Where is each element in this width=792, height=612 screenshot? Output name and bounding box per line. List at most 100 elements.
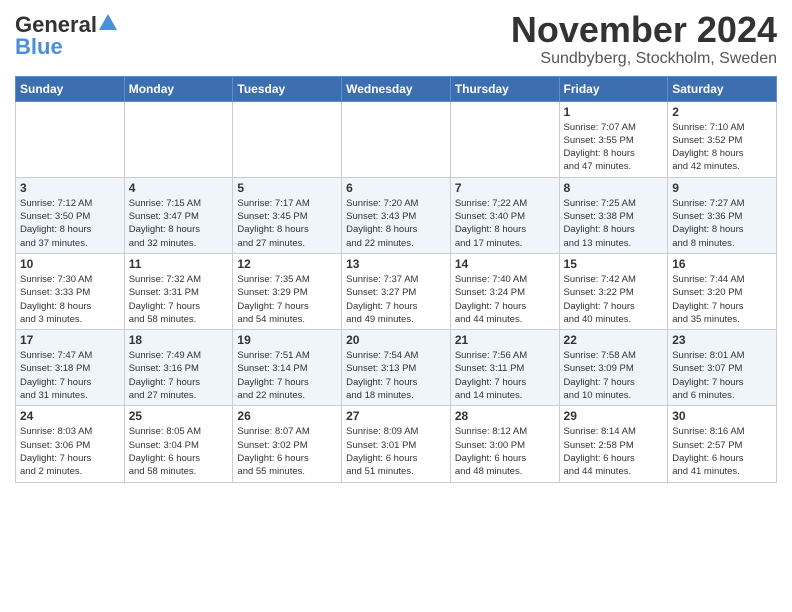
calendar-week-row: 3 Sunrise: 7:12 AM Sunset: 3:50 PM Daylig…	[16, 177, 777, 253]
day-info: Sunrise: 8:05 AM Sunset: 3:04 PM Dayligh…	[129, 425, 229, 478]
calendar-cell: 15 Sunrise: 7:42 AM Sunset: 3:22 PM Dayli…	[559, 253, 668, 329]
calendar-cell: 29 Sunrise: 8:14 AM Sunset: 2:58 PM Dayli…	[559, 406, 668, 482]
day-number: 1	[564, 105, 664, 119]
header: General Blue November 2024 Sundbyberg, S…	[15, 10, 777, 68]
day-info: Sunrise: 7:10 AM Sunset: 3:52 PM Dayligh…	[672, 121, 772, 174]
calendar-cell: 25 Sunrise: 8:05 AM Sunset: 3:04 PM Dayli…	[124, 406, 233, 482]
calendar-cell: 8 Sunrise: 7:25 AM Sunset: 3:38 PM Daylig…	[559, 177, 668, 253]
day-info: Sunrise: 8:14 AM Sunset: 2:58 PM Dayligh…	[564, 425, 664, 478]
calendar-cell: 14 Sunrise: 7:40 AM Sunset: 3:24 PM Dayli…	[450, 253, 559, 329]
calendar-cell	[16, 101, 125, 177]
day-info: Sunrise: 8:09 AM Sunset: 3:01 PM Dayligh…	[346, 425, 446, 478]
calendar-header-row: SundayMondayTuesdayWednesdayThursdayFrid…	[16, 76, 777, 101]
day-number: 4	[129, 181, 229, 195]
calendar-cell: 26 Sunrise: 8:07 AM Sunset: 3:02 PM Dayli…	[233, 406, 342, 482]
day-info: Sunrise: 8:16 AM Sunset: 2:57 PM Dayligh…	[672, 425, 772, 478]
calendar-week-row: 17 Sunrise: 7:47 AM Sunset: 3:18 PM Dayli…	[16, 330, 777, 406]
day-number: 5	[237, 181, 337, 195]
title-area: November 2024 Sundbyberg, Stockholm, Swe…	[511, 10, 777, 68]
calendar-header-monday: Monday	[124, 76, 233, 101]
day-number: 3	[20, 181, 120, 195]
day-number: 8	[564, 181, 664, 195]
day-info: Sunrise: 7:07 AM Sunset: 3:55 PM Dayligh…	[564, 121, 664, 174]
day-info: Sunrise: 7:17 AM Sunset: 3:45 PM Dayligh…	[237, 197, 337, 250]
day-number: 25	[129, 409, 229, 423]
day-number: 17	[20, 333, 120, 347]
day-info: Sunrise: 7:30 AM Sunset: 3:33 PM Dayligh…	[20, 273, 120, 326]
day-info: Sunrise: 7:51 AM Sunset: 3:14 PM Dayligh…	[237, 349, 337, 402]
day-number: 20	[346, 333, 446, 347]
calendar-header-friday: Friday	[559, 76, 668, 101]
day-number: 22	[564, 333, 664, 347]
day-info: Sunrise: 7:54 AM Sunset: 3:13 PM Dayligh…	[346, 349, 446, 402]
day-number: 16	[672, 257, 772, 271]
calendar-header-tuesday: Tuesday	[233, 76, 342, 101]
day-number: 9	[672, 181, 772, 195]
calendar-cell	[233, 101, 342, 177]
day-info: Sunrise: 7:20 AM Sunset: 3:43 PM Dayligh…	[346, 197, 446, 250]
calendar-cell: 30 Sunrise: 8:16 AM Sunset: 2:57 PM Dayli…	[668, 406, 777, 482]
calendar-cell: 9 Sunrise: 7:27 AM Sunset: 3:36 PM Daylig…	[668, 177, 777, 253]
day-info: Sunrise: 7:25 AM Sunset: 3:38 PM Dayligh…	[564, 197, 664, 250]
day-info: Sunrise: 7:47 AM Sunset: 3:18 PM Dayligh…	[20, 349, 120, 402]
day-info: Sunrise: 7:12 AM Sunset: 3:50 PM Dayligh…	[20, 197, 120, 250]
day-number: 26	[237, 409, 337, 423]
day-info: Sunrise: 8:03 AM Sunset: 3:06 PM Dayligh…	[20, 425, 120, 478]
day-info: Sunrise: 8:12 AM Sunset: 3:00 PM Dayligh…	[455, 425, 555, 478]
day-number: 18	[129, 333, 229, 347]
calendar-cell: 2 Sunrise: 7:10 AM Sunset: 3:52 PM Daylig…	[668, 101, 777, 177]
calendar-cell: 19 Sunrise: 7:51 AM Sunset: 3:14 PM Dayli…	[233, 330, 342, 406]
day-number: 30	[672, 409, 772, 423]
logo: General Blue	[15, 14, 117, 58]
day-number: 11	[129, 257, 229, 271]
day-info: Sunrise: 7:32 AM Sunset: 3:31 PM Dayligh…	[129, 273, 229, 326]
calendar-cell: 13Sunrise: 7:37 AM Sunset: 3:27 PM Dayli…	[342, 253, 451, 329]
location-title: Sundbyberg, Stockholm, Sweden	[511, 50, 777, 68]
day-info: Sunrise: 7:49 AM Sunset: 3:16 PM Dayligh…	[129, 349, 229, 402]
calendar-cell	[450, 101, 559, 177]
day-number: 12	[237, 257, 337, 271]
day-number: 6	[346, 181, 446, 195]
calendar-cell	[342, 101, 451, 177]
day-info: Sunrise: 7:42 AM Sunset: 3:22 PM Dayligh…	[564, 273, 664, 326]
calendar-header-wednesday: Wednesday	[342, 76, 451, 101]
day-number: 19	[237, 333, 337, 347]
logo-triangle-icon	[99, 14, 117, 30]
day-info: Sunrise: 7:44 AM Sunset: 3:20 PM Dayligh…	[672, 273, 772, 326]
day-number: 29	[564, 409, 664, 423]
logo-blue-text: Blue	[15, 36, 63, 58]
day-number: 2	[672, 105, 772, 119]
calendar-week-row: 24 Sunrise: 8:03 AM Sunset: 3:06 PM Dayli…	[16, 406, 777, 482]
calendar-cell: 1 Sunrise: 7:07 AM Sunset: 3:55 PM Daylig…	[559, 101, 668, 177]
calendar-header-sunday: Sunday	[16, 76, 125, 101]
calendar-cell: 10 Sunrise: 7:30 AM Sunset: 3:33 PM Dayli…	[16, 253, 125, 329]
calendar: SundayMondayTuesdayWednesdayThursdayFrid…	[15, 76, 777, 483]
calendar-cell: 17 Sunrise: 7:47 AM Sunset: 3:18 PM Dayli…	[16, 330, 125, 406]
day-info: Sunrise: 7:37 AM Sunset: 3:27 PM Dayligh…	[346, 273, 446, 326]
day-info: Sunrise: 7:22 AM Sunset: 3:40 PM Dayligh…	[455, 197, 555, 250]
calendar-cell: 23Sunrise: 8:01 AM Sunset: 3:07 PM Dayli…	[668, 330, 777, 406]
logo-general-text: General	[15, 14, 97, 36]
calendar-header-saturday: Saturday	[668, 76, 777, 101]
day-number: 15	[564, 257, 664, 271]
day-info: Sunrise: 8:07 AM Sunset: 3:02 PM Dayligh…	[237, 425, 337, 478]
calendar-week-row: 10 Sunrise: 7:30 AM Sunset: 3:33 PM Dayli…	[16, 253, 777, 329]
day-info: Sunrise: 7:40 AM Sunset: 3:24 PM Dayligh…	[455, 273, 555, 326]
calendar-header-thursday: Thursday	[450, 76, 559, 101]
day-info: Sunrise: 8:01 AM Sunset: 3:07 PM Dayligh…	[672, 349, 772, 402]
calendar-week-row: 1 Sunrise: 7:07 AM Sunset: 3:55 PM Daylig…	[16, 101, 777, 177]
calendar-cell: 4 Sunrise: 7:15 AM Sunset: 3:47 PM Daylig…	[124, 177, 233, 253]
day-info: Sunrise: 7:15 AM Sunset: 3:47 PM Dayligh…	[129, 197, 229, 250]
day-number: 24	[20, 409, 120, 423]
day-number: 14	[455, 257, 555, 271]
day-info: Sunrise: 7:58 AM Sunset: 3:09 PM Dayligh…	[564, 349, 664, 402]
day-number: 10	[20, 257, 120, 271]
day-info: Sunrise: 7:27 AM Sunset: 3:36 PM Dayligh…	[672, 197, 772, 250]
day-info: Sunrise: 7:56 AM Sunset: 3:11 PM Dayligh…	[455, 349, 555, 402]
calendar-cell: 18 Sunrise: 7:49 AM Sunset: 3:16 PM Dayli…	[124, 330, 233, 406]
day-number: 28	[455, 409, 555, 423]
calendar-cell: 6 Sunrise: 7:20 AM Sunset: 3:43 PM Daylig…	[342, 177, 451, 253]
calendar-cell: 5 Sunrise: 7:17 AM Sunset: 3:45 PM Daylig…	[233, 177, 342, 253]
calendar-cell: 3 Sunrise: 7:12 AM Sunset: 3:50 PM Daylig…	[16, 177, 125, 253]
day-number: 7	[455, 181, 555, 195]
